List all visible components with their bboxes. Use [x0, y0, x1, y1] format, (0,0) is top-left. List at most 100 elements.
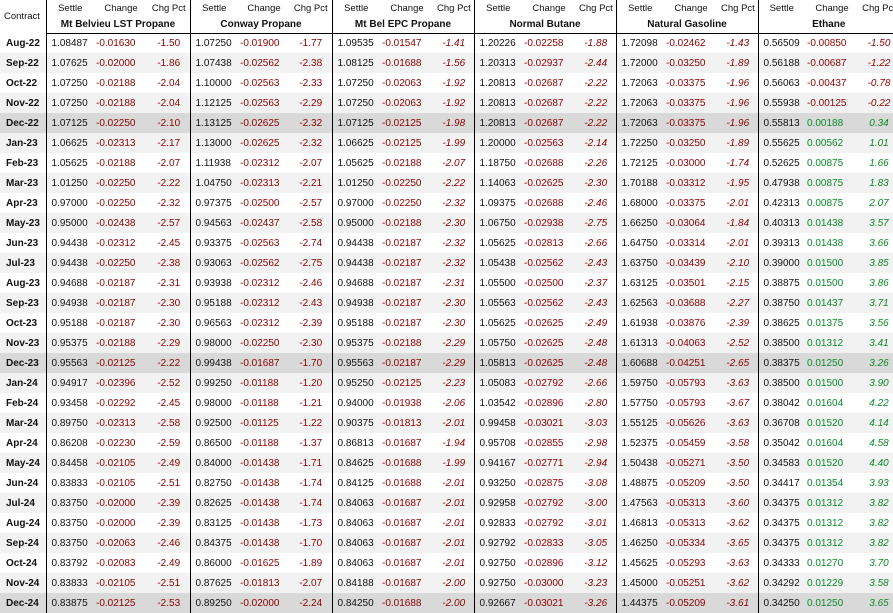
cell-settle: 0.89750: [45, 413, 94, 433]
cell-settle: 1.04750: [189, 173, 238, 193]
cell-chg-pct: -2.01: [434, 493, 474, 513]
cell-chg-pct: -3.03: [576, 413, 616, 433]
cell-settle: 1.14063: [473, 173, 522, 193]
cell-change: -0.02687: [522, 93, 576, 113]
cell-chg-pct: -3.62: [718, 573, 758, 593]
cell-settle: 1.55125: [615, 413, 664, 433]
cell-change: -0.03876: [666, 317, 706, 329]
cell-change: -0.02462: [666, 37, 706, 49]
cell-change: -0.03375: [666, 197, 706, 209]
cell-settle: 0.93375: [189, 233, 238, 253]
cell-chg-pct: -1.95: [718, 173, 758, 193]
cell-chg-pct: -3.01: [584, 517, 608, 529]
column-header-settle: Settle: [189, 0, 238, 17]
cell-chg-pct: -2.32: [442, 197, 466, 209]
table-row: Sep-23 0.94938 -0.02187 -2.30 0.95188 -0.0231…: [0, 293, 893, 313]
cell-change: -0.01438: [240, 477, 280, 489]
cell-change: -0.01438: [238, 453, 290, 473]
cell-settle: 1.61938: [615, 313, 664, 333]
cell-change: -0.01547: [382, 37, 422, 49]
cell-chg-pct: -2.53: [148, 593, 190, 613]
cell-chg-pct: -2.30: [434, 293, 474, 313]
cell-settle: 1.05625: [331, 153, 380, 173]
cell-change: -0.02792: [522, 493, 576, 513]
cell-settle: 0.38375: [757, 353, 805, 373]
contract-month: Apr-24: [6, 437, 38, 449]
cell-settle: 0.83833: [45, 573, 94, 593]
cell-settle: 0.94938: [331, 293, 380, 313]
cell-settle: 1.07625: [45, 53, 94, 73]
cell-chg-pct: -2.27: [718, 293, 758, 313]
cell-change: 0.01375: [807, 317, 844, 329]
cell-chg-pct: -1.22: [859, 53, 893, 73]
table-row: May-23 0.95000 -0.02438 -2.57 0.94563 -0.0243…: [0, 213, 893, 233]
cell-settle: 0.96563: [189, 313, 238, 333]
cell-settle: 0.83792: [45, 553, 94, 573]
cell-change: -0.02063: [94, 533, 148, 553]
cell-settle: 1.05563: [473, 293, 522, 313]
cell-chg-pct: -2.43: [290, 293, 332, 313]
cell-chg-pct: -1.71: [290, 453, 332, 473]
cell-chg-pct: 4.40: [859, 453, 893, 473]
cell-settle: 1.72000: [615, 53, 664, 73]
cell-change: -0.05793: [664, 373, 718, 393]
cell-chg-pct: -1.96: [718, 113, 758, 133]
table-body: Aug-22 1.08487 -0.01630 -1.50 1.07250 -0.0190…: [0, 33, 893, 613]
cell-change: 0.01250: [805, 353, 859, 373]
cell-settle: 0.94688: [331, 273, 380, 293]
cell-change: -0.02000: [96, 517, 136, 529]
cell-change: -0.02230: [96, 437, 136, 449]
cell-chg-pct: -1.41: [442, 37, 466, 49]
cell-settle: 1.46250: [615, 533, 664, 553]
cell-settle: 0.98000: [189, 333, 238, 353]
contract-month: Nov-23: [0, 333, 46, 353]
cell-chg-pct: -2.01: [726, 237, 750, 249]
cell-settle: 1.45000: [615, 573, 664, 593]
cell-change: 0.01520: [805, 453, 859, 473]
cell-change: -0.00437: [807, 77, 847, 89]
cell-settle: 0.94167: [473, 453, 522, 473]
cell-chg-pct: -2.30: [148, 293, 190, 313]
cell-chg-pct: -2.14: [576, 133, 616, 153]
cell-change: -0.02312: [240, 317, 280, 329]
cell-settle: 0.94438: [331, 233, 380, 253]
cell-change: -0.01687: [380, 573, 434, 593]
cell-change: 0.00875: [807, 197, 844, 209]
cell-chg-pct: -0.22: [859, 93, 893, 113]
cell-change: -0.02500: [240, 197, 280, 209]
cell-change: -0.02313: [94, 413, 148, 433]
cell-chg-pct: -1.89: [718, 133, 758, 153]
cell-chg-pct: -2.29: [434, 353, 474, 373]
cell-chg-pct: -2.32: [290, 133, 332, 153]
table-row: Sep-22 1.07625 -0.02000 -1.86 1.07438 -0.0256…: [0, 53, 893, 73]
cell-chg-pct: -2.04: [148, 93, 190, 113]
cell-change: -0.02125: [94, 353, 148, 373]
cell-settle: 0.38500: [757, 373, 805, 393]
cell-settle: 0.34292: [757, 573, 805, 593]
cell-change: -0.01438: [240, 517, 280, 529]
cell-chg-pct: -2.75: [290, 253, 332, 273]
cell-settle: 0.99438: [189, 353, 238, 373]
cell-settle: 1.61313: [615, 333, 664, 353]
contract-month: Jan-24: [0, 373, 46, 393]
cell-settle: 0.83750: [45, 513, 94, 533]
cell-settle: 0.95563: [45, 353, 94, 373]
contract-month: Aug-22: [6, 37, 40, 49]
cell-settle: 1.12125: [189, 93, 238, 113]
cell-chg-pct: -2.39: [726, 317, 750, 329]
cell-chg-pct: -2.30: [442, 317, 466, 329]
cell-chg-pct: -1.20: [290, 373, 332, 393]
cell-change: 0.00562: [805, 133, 859, 153]
cell-change: -0.01688: [380, 453, 434, 473]
cell-chg-pct: -2.45: [157, 397, 181, 409]
column-header-change: Change: [674, 3, 708, 14]
product-group-header: Ethane: [757, 17, 893, 34]
cell-chg-pct: -2.26: [584, 157, 608, 169]
cell-settle: 1.07250: [331, 93, 380, 113]
cell-chg-pct: -2.75: [576, 213, 616, 233]
cell-settle: 0.34583: [757, 453, 805, 473]
cell-settle: 0.94000: [331, 393, 380, 413]
cell-chg-pct: -2.22: [584, 77, 608, 89]
contract-month: Mar-23: [0, 173, 46, 193]
cell-settle: 1.60688: [615, 353, 664, 373]
